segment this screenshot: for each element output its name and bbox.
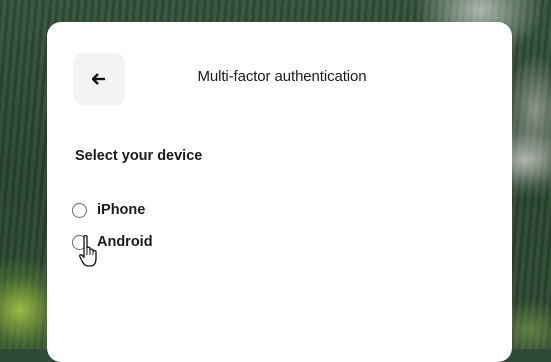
option-android-label: Android	[97, 234, 153, 250]
back-button[interactable]	[73, 53, 125, 105]
option-iphone-label: iPhone	[97, 202, 146, 218]
dialog-title: Multi-factor authentication	[197, 68, 367, 85]
radio-iphone[interactable]	[72, 202, 87, 218]
device-prompt: Select your device	[75, 148, 203, 164]
mfa-dialog: Multi-factor authentication Select your …	[47, 22, 512, 362]
option-iphone[interactable]: iPhone	[72, 202, 145, 218]
hand-pointer-cursor-icon	[79, 234, 97, 267]
arrow-left-icon	[92, 73, 105, 85]
